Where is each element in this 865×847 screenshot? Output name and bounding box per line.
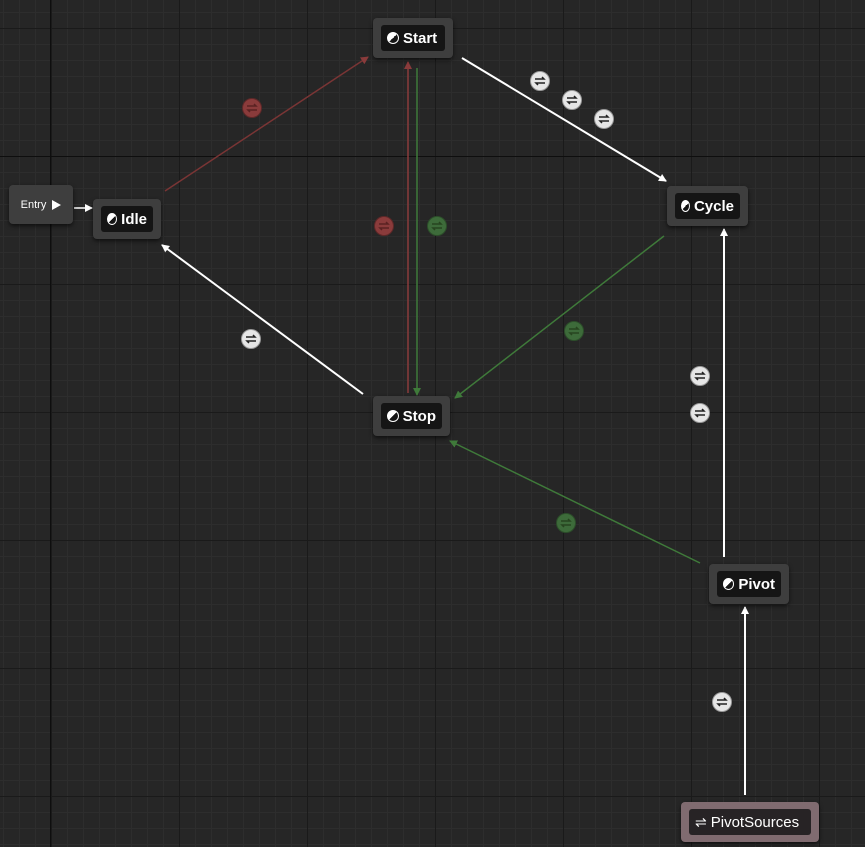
transition-rule-icon[interactable] — [594, 109, 614, 129]
transition-rule-icon[interactable] — [562, 90, 582, 110]
transition-rule-icon[interactable] — [690, 366, 710, 386]
transition-rule-icon[interactable] — [242, 98, 262, 118]
transition-rule-icon[interactable] — [690, 403, 710, 423]
state-node-cycle[interactable]: Cycle — [667, 186, 748, 226]
transition-rule-icon[interactable] — [427, 216, 447, 236]
state-alias-icon: ⇌ — [695, 814, 707, 830]
state-machine-graph-canvas[interactable]: Entry Start Idle Cycle Stop Pivot ⇌ Pivo… — [0, 0, 865, 847]
state-icon — [107, 213, 118, 225]
state-icon — [723, 578, 735, 590]
entry-arrow-icon — [52, 199, 62, 210]
transition-rule-icon[interactable] — [241, 329, 261, 349]
state-node-start[interactable]: Start — [373, 18, 453, 58]
state-label-start: Start — [403, 29, 438, 47]
state-label-stop: Stop — [402, 407, 436, 425]
wire-cycle-to-stop — [454, 235, 665, 399]
state-icon — [681, 200, 690, 212]
state-icon — [387, 410, 399, 422]
state-icon — [387, 32, 399, 44]
state-alias-node-pivotsources[interactable]: ⇌ PivotSources — [681, 802, 819, 842]
transition-rule-icon[interactable] — [564, 321, 584, 341]
state-label-pivotsources: PivotSources — [710, 813, 800, 831]
state-label-idle: Idle — [121, 210, 147, 228]
transition-rule-icon[interactable] — [530, 71, 550, 91]
state-node-pivot[interactable]: Pivot — [709, 564, 789, 604]
state-label-pivot: Pivot — [738, 575, 775, 593]
transition-rule-icon[interactable] — [374, 216, 394, 236]
state-node-stop[interactable]: Stop — [373, 396, 450, 436]
transition-rule-icon[interactable] — [556, 513, 576, 533]
wire-stop-to-idle — [161, 244, 364, 395]
wire-start-to-cycle — [461, 57, 667, 182]
wire-pivot-to-stop — [449, 440, 701, 564]
state-label-cycle: Cycle — [693, 197, 734, 215]
transition-rule-icon[interactable] — [712, 692, 732, 712]
entry-label: Entry — [20, 198, 47, 211]
wire-idle-to-start — [164, 56, 369, 192]
entry-node[interactable]: Entry — [9, 185, 73, 224]
state-node-idle[interactable]: Idle — [93, 199, 161, 239]
